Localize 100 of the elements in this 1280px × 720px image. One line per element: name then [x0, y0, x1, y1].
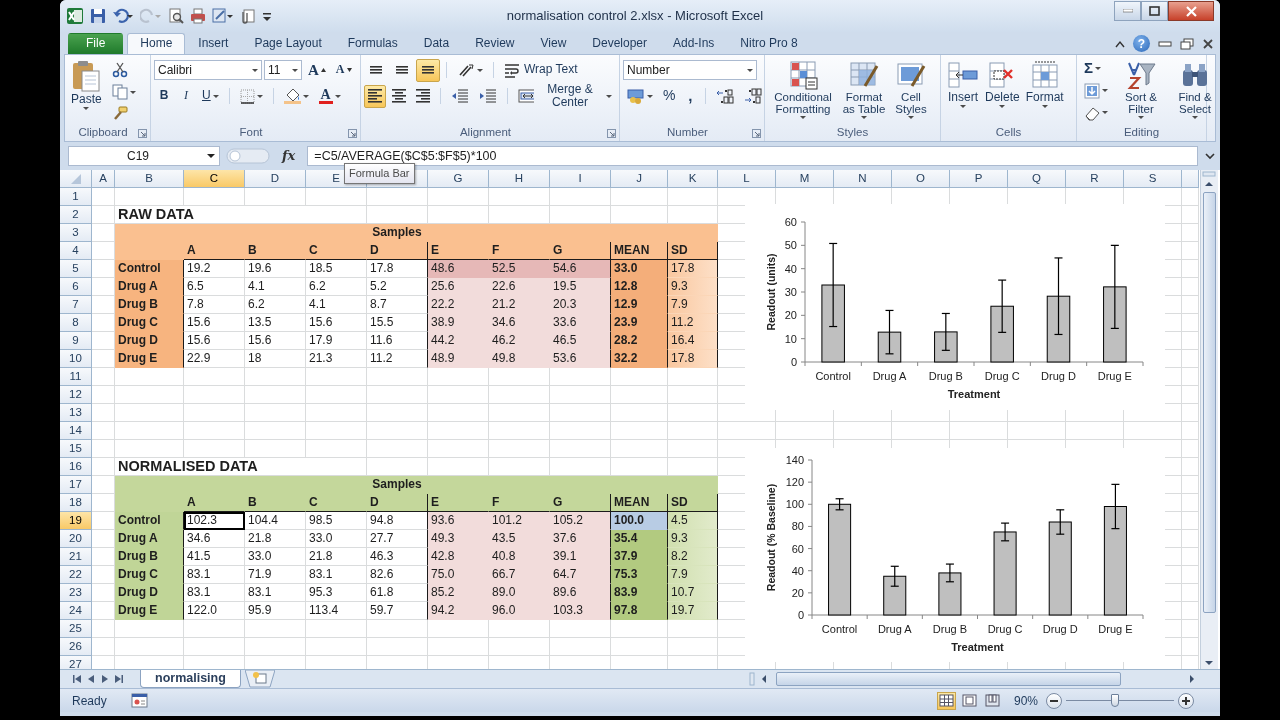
table-cell: 113.4 — [306, 602, 367, 620]
tick-label: 0 — [797, 609, 804, 621]
group-label: Font — [238, 125, 264, 141]
column-label: G — [550, 242, 611, 260]
table-cell: 19.6 — [245, 260, 306, 278]
row-label: Drug B — [115, 548, 184, 566]
row-label: Drug C — [115, 314, 184, 332]
column-label: C — [306, 242, 367, 260]
zoom-level: 90% — [1013, 692, 1038, 710]
category-label: Drug C — [984, 370, 1020, 382]
table-cell: 89.6 — [550, 584, 611, 602]
table-cell: 35.4 — [611, 530, 668, 548]
row-label: Drug B — [115, 296, 184, 314]
table-cell: 42.8 — [428, 548, 489, 566]
table-cell: 49.8 — [489, 350, 550, 368]
table-cell: 38.9 — [428, 314, 489, 332]
table-cell: 85.2 — [428, 584, 489, 602]
row-label: Drug D — [115, 584, 184, 602]
table-cell: 19.7 — [668, 602, 718, 620]
table-cell: 21.8 — [306, 548, 367, 566]
category-label: Drug E — [1098, 623, 1133, 635]
column-label: D — [367, 242, 428, 260]
table-cell: 48.9 — [428, 350, 489, 368]
table-cell: 54.6 — [550, 260, 611, 278]
category-label: Drug B — [928, 370, 963, 382]
column-label: E — [428, 494, 489, 512]
table-cell: 21.8 — [245, 530, 306, 548]
table-cell: 41.5 — [184, 548, 245, 566]
table-cell: 93.6 — [428, 512, 489, 530]
column-label: D — [367, 494, 428, 512]
table-cell: 21.3 — [306, 350, 367, 368]
column-label: F — [489, 242, 550, 260]
tick-label: 20 — [791, 586, 804, 599]
tick-label: 80 — [791, 520, 804, 533]
table-cell: 18 — [245, 350, 306, 368]
row-label: Drug E — [115, 350, 184, 368]
table-cell: 33.0 — [245, 548, 306, 566]
table-cell: 7.8 — [184, 296, 245, 314]
table-cell: 64.7 — [550, 566, 611, 584]
table-cell: 37.6 — [550, 530, 611, 548]
category-label: Control — [815, 370, 851, 382]
table-cell: 98.5 — [306, 512, 367, 530]
table-cell: 34.6 — [184, 530, 245, 548]
table-cell: 75.0 — [428, 566, 489, 584]
table-cell: 95.3 — [306, 584, 367, 602]
category-label: Drug A — [872, 370, 907, 382]
axis-title: Treatment — [947, 388, 1001, 400]
group-header: Samples — [184, 224, 611, 242]
table-cell: 52.5 — [489, 260, 550, 278]
table-cell: 19.2 — [184, 260, 245, 278]
table-cell: 95.9 — [245, 602, 306, 620]
table-cell: 17.8 — [668, 350, 718, 368]
tick-label: 60 — [791, 542, 804, 555]
row-label: Drug A — [115, 278, 184, 296]
table-cell: 66.7 — [489, 566, 550, 584]
table-cell: 104.4 — [245, 512, 306, 530]
tick-label: 0 — [790, 356, 797, 368]
table-cell: 15.6 — [184, 314, 245, 332]
table-cell: 8.2 — [668, 548, 718, 566]
table-cell: 46.5 — [550, 332, 611, 350]
table-cell: 6.2 — [306, 278, 367, 296]
category-label: Control — [821, 623, 858, 635]
table-cell: 83.1 — [306, 566, 367, 584]
table-cell: 18.5 — [306, 260, 367, 278]
tick-label: 50 — [784, 239, 797, 252]
table-cell: 33.0 — [306, 530, 367, 548]
table-cell: 4.1 — [306, 296, 367, 314]
table-cell: 122.0 — [184, 602, 245, 620]
column-label: B — [245, 494, 306, 512]
table-cell: 33.6 — [550, 314, 611, 332]
table-cell: 12.8 — [611, 278, 668, 296]
table-cell: 48.6 — [428, 260, 489, 278]
tick-label: 60 — [784, 216, 797, 228]
table-cell: 22.6 — [489, 278, 550, 296]
row-label: Drug C — [115, 566, 184, 584]
table-cell: 6.2 — [245, 296, 306, 314]
tick-label: 100 — [785, 498, 804, 511]
row-label: Drug E — [115, 602, 184, 620]
column-label: A — [184, 242, 245, 260]
table-cell: 44.2 — [428, 332, 489, 350]
category-label: Drug C — [987, 623, 1023, 635]
table-cell: 83.9 — [611, 584, 668, 602]
table-cell: 39.1 — [550, 548, 611, 566]
group-label: Alignment — [458, 125, 513, 141]
column-label: A — [184, 494, 245, 512]
category-label: Drug D — [1042, 623, 1078, 635]
group-label: Cells — [994, 125, 1023, 141]
column-label: E — [428, 242, 489, 260]
table-cell: 17.9 — [306, 332, 367, 350]
category-label: Drug E — [1097, 370, 1132, 382]
table-cell: 6.5 — [184, 278, 245, 296]
column-label: MEAN — [611, 242, 668, 260]
table-cell: 43.5 — [489, 530, 550, 548]
category-label: Drug D — [1041, 370, 1076, 382]
table-cell: 21.2 — [489, 296, 550, 314]
table-cell: 15.6 — [184, 332, 245, 350]
column-label: C — [306, 494, 367, 512]
table-cell: 40.8 — [489, 548, 550, 566]
table-cell: 34.6 — [489, 314, 550, 332]
table-cell: 46.2 — [489, 332, 550, 350]
